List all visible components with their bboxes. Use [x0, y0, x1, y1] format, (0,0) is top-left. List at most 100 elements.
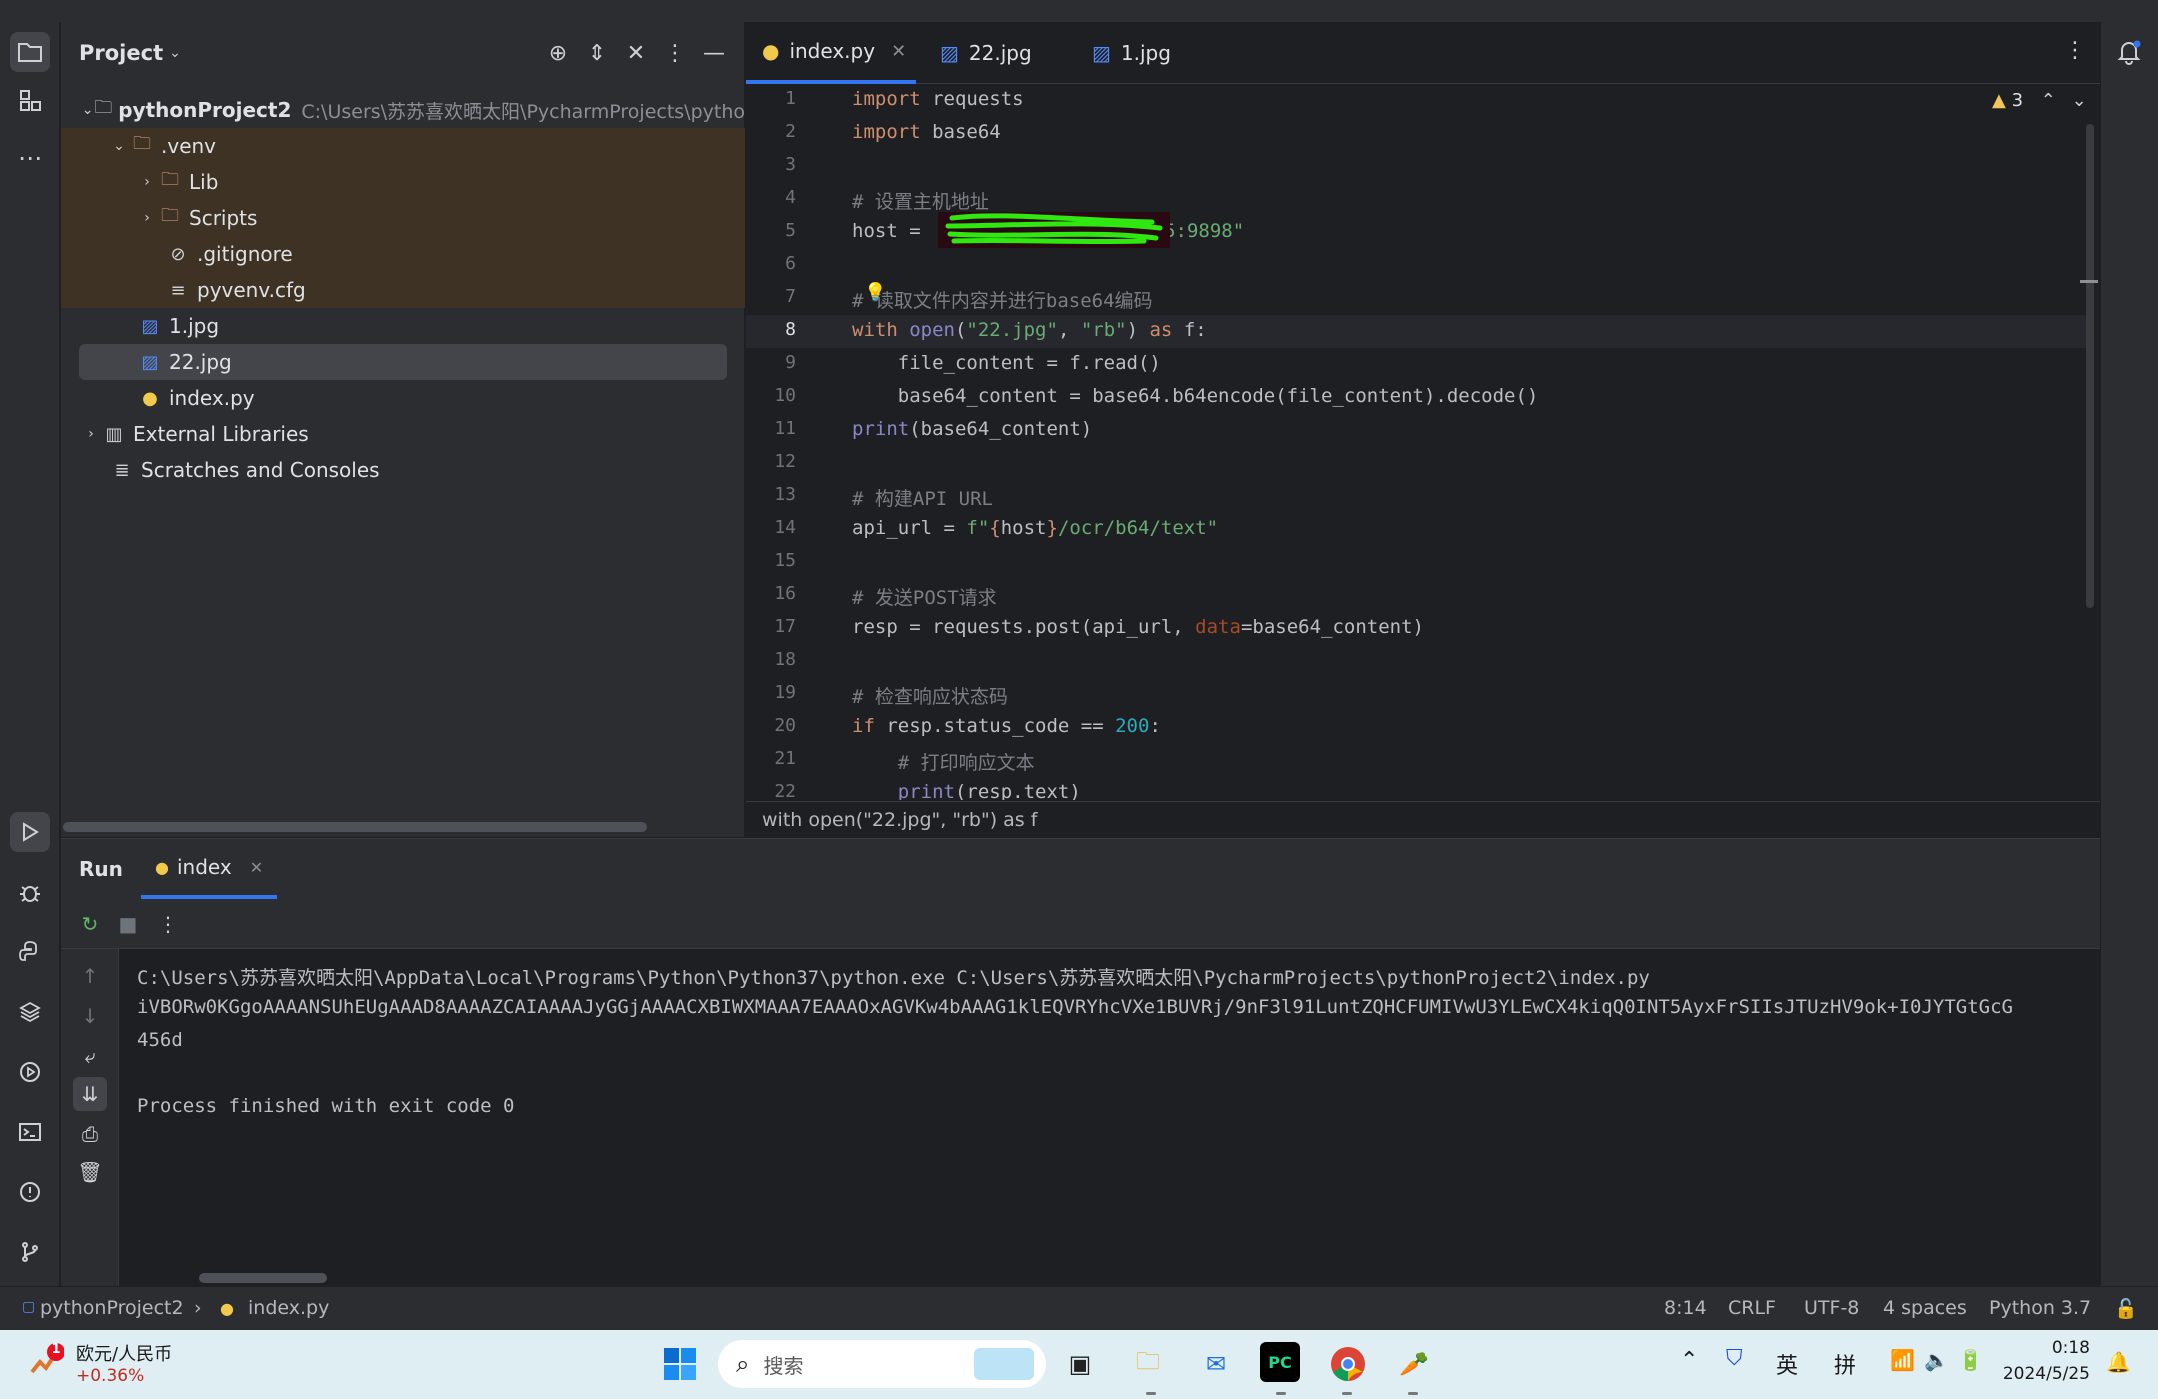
- up-arrow-icon[interactable]: ↑: [73, 959, 107, 993]
- run-options-icon[interactable]: ⋮: [151, 907, 185, 941]
- python-console-icon[interactable]: [10, 932, 50, 972]
- options-icon[interactable]: ⋮: [658, 36, 692, 70]
- image-file-icon: ▨: [1092, 41, 1111, 65]
- down-arrow-icon[interactable]: ↓: [73, 999, 107, 1033]
- tab-label: 22.jpg: [968, 41, 1032, 65]
- trash-icon[interactable]: 🗑: [73, 1155, 107, 1189]
- task-view-icon[interactable]: ▣: [1058, 1342, 1102, 1386]
- python-packages-icon[interactable]: [10, 992, 50, 1032]
- tree-item-1-jpg[interactable]: ▨ 1.jpg: [61, 308, 745, 344]
- rerun-icon[interactable]: ↻: [73, 907, 107, 941]
- carrot-app-icon[interactable]: 🥕: [1392, 1342, 1436, 1386]
- close-icon[interactable]: ✕: [250, 858, 263, 877]
- pycharm-icon[interactable]: PC: [1260, 1342, 1300, 1382]
- chevron-right-icon[interactable]: ›: [137, 210, 157, 226]
- notification-bell-icon[interactable]: 🔔: [2106, 1350, 2131, 1374]
- close-icon[interactable]: ✕: [891, 41, 906, 62]
- lock-icon[interactable]: 🔓: [2114, 1297, 2138, 1320]
- debug-icon[interactable]: [10, 872, 50, 912]
- file-explorer-icon[interactable]: 🗀: [1126, 1342, 1170, 1386]
- tree-item-label: Lib: [189, 170, 219, 194]
- project-panel-title[interactable]: Project: [79, 41, 163, 65]
- python-file-icon: ●: [220, 1299, 234, 1318]
- tab-22-jpg[interactable]: ▨ 22.jpg: [924, 22, 1048, 84]
- chrome-icon[interactable]: [1326, 1342, 1370, 1386]
- tree-item-label: External Libraries: [133, 422, 309, 446]
- problems-icon[interactable]: [10, 1172, 50, 1212]
- soft-wrap-icon[interactable]: ⤶: [73, 1039, 107, 1073]
- line-number: 21: [774, 748, 796, 769]
- run-icon[interactable]: [10, 812, 50, 852]
- status-indent[interactable]: 4 spaces: [1883, 1297, 1967, 1319]
- security-shield-icon[interactable]: ⛉: [1726, 1346, 1743, 1371]
- line-number: 20: [774, 715, 796, 736]
- tree-item-venv[interactable]: ⌄ 🗀 .venv: [61, 128, 745, 164]
- tab-options-icon[interactable]: ⋮: [2064, 38, 2086, 63]
- status-caret-position[interactable]: 8:14: [1664, 1297, 1707, 1319]
- taskbar-search[interactable]: ⌕ 搜索: [718, 1340, 1046, 1388]
- weather-widget-icon[interactable]: 1: [24, 1342, 65, 1386]
- stop-icon[interactable]: ■: [111, 907, 145, 941]
- tree-item-external-libraries[interactable]: › ▥ External Libraries: [61, 416, 745, 452]
- tree-item-scratches[interactable]: ≣ Scratches and Consoles: [61, 452, 745, 488]
- mail-icon[interactable]: ✉: [1194, 1342, 1238, 1386]
- wifi-icon[interactable]: 📶: [1890, 1348, 1915, 1372]
- project-folder-icon[interactable]: [10, 32, 50, 72]
- ignore-file-icon: ⊘: [170, 243, 186, 265]
- tree-item-label: pyvenv.cfg: [197, 278, 306, 302]
- tab-index-py[interactable]: ● index.py ✕: [746, 22, 916, 84]
- volume-icon[interactable]: 🔈: [1924, 1348, 1949, 1372]
- vertical-scrollbar[interactable]: [2086, 124, 2094, 608]
- tab-run-index[interactable]: ● index ✕: [141, 839, 278, 899]
- services-icon[interactable]: [10, 1052, 50, 1092]
- structure-icon[interactable]: [10, 80, 50, 120]
- line-number: 15: [774, 550, 796, 571]
- tree-item-scripts[interactable]: › 🗀 Scripts: [61, 200, 745, 236]
- code-area[interactable]: 1 2 3 4 5 6 7 8 9 10 11 12 13 14 15 16 1…: [746, 88, 2100, 800]
- tree-item-lib[interactable]: › 🗀 Lib: [61, 164, 745, 200]
- windows-start-icon[interactable]: [658, 1342, 702, 1386]
- chevron-right-icon[interactable]: ›: [137, 174, 157, 190]
- console-scrollbar[interactable]: [199, 1273, 327, 1283]
- expand-all-icon[interactable]: ⇕: [580, 36, 614, 70]
- status-line-separator[interactable]: CRLF: [1728, 1297, 1776, 1319]
- chevron-right-icon[interactable]: ›: [81, 426, 101, 442]
- terminal-icon[interactable]: [10, 1112, 50, 1152]
- status-file[interactable]: index.py: [248, 1297, 329, 1319]
- code-line: # 打印响应文本: [852, 752, 1035, 774]
- clock-time[interactable]: 0:18: [2010, 1338, 2090, 1358]
- notifications-icon[interactable]: [2109, 32, 2149, 72]
- widget-title[interactable]: 欧元/人民币: [76, 1340, 172, 1366]
- tree-item-index-py[interactable]: ● index.py: [61, 380, 745, 416]
- print-icon[interactable]: ⎙: [73, 1117, 107, 1151]
- tab-1-jpg[interactable]: ▨ 1.jpg: [1076, 22, 1187, 84]
- clock-date[interactable]: 2024/5/25: [1990, 1364, 2090, 1384]
- chevron-down-icon[interactable]: ⌄: [169, 45, 181, 61]
- more-tools-icon[interactable]: ⋯: [10, 138, 50, 178]
- ime-language[interactable]: 英: [1776, 1348, 1798, 1380]
- console-output[interactable]: C:\Users\苏苏喜欢晒太阳\AppData\Local\Programs\…: [119, 949, 2100, 1287]
- title-bar: [0, 0, 2158, 22]
- locate-icon[interactable]: ⊕: [541, 36, 575, 70]
- editor-breadcrumb[interactable]: with open("22.jpg", "rb") as f: [746, 801, 2100, 837]
- line-number: 17: [774, 616, 796, 637]
- chevron-down-icon[interactable]: ⌄: [81, 102, 94, 118]
- horizontal-scrollbar[interactable]: [63, 822, 647, 832]
- tree-item-pythonproject2[interactable]: ⌄ 🗀 pythonProject2 C:\Users\苏苏喜欢晒太阳\Pych…: [61, 92, 745, 128]
- collapse-all-icon[interactable]: ✕: [619, 36, 653, 70]
- tree-item-gitignore[interactable]: ⊘ .gitignore: [61, 236, 745, 272]
- intention-bulb-icon[interactable]: 💡: [864, 282, 886, 303]
- scroll-to-end-icon[interactable]: ⇊: [73, 1077, 107, 1111]
- status-interpreter[interactable]: Python 3.7: [1989, 1297, 2091, 1319]
- chevron-up-icon[interactable]: ⌃: [1680, 1348, 1698, 1373]
- git-icon[interactable]: [10, 1232, 50, 1272]
- status-project[interactable]: pythonProject2: [40, 1297, 184, 1319]
- library-icon: ▥: [105, 423, 123, 445]
- tree-item-22-jpg[interactable]: ▨ 22.jpg: [79, 344, 727, 380]
- status-encoding[interactable]: UTF-8: [1804, 1297, 1859, 1319]
- battery-icon[interactable]: 🔋: [1958, 1348, 1983, 1372]
- ime-mode[interactable]: 拼: [1834, 1348, 1856, 1380]
- hide-icon[interactable]: —: [697, 36, 731, 70]
- tree-item-pyvenv-cfg[interactable]: ≡ pyvenv.cfg: [61, 272, 745, 308]
- chevron-down-icon[interactable]: ⌄: [109, 138, 129, 154]
